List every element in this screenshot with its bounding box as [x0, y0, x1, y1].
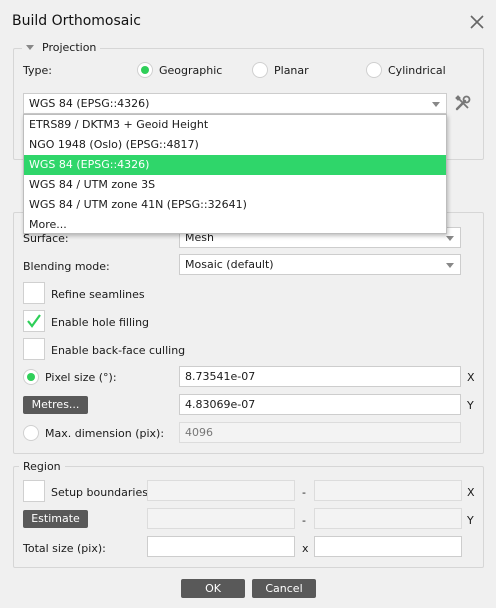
total-size-times: x: [302, 542, 309, 555]
refine-seamlines-checkbox[interactable]: [23, 282, 45, 304]
crs-option-wgs84[interactable]: WGS 84 (EPSG::4326): [24, 155, 446, 175]
radio-planar-label: Planar: [274, 64, 309, 77]
crs-select[interactable]: WGS 84 (EPSG::4326): [23, 93, 447, 114]
back-face-culling-checkbox[interactable]: [23, 338, 45, 360]
boundary-y-min-input[interactable]: [147, 508, 295, 529]
crs-dropdown-list: ETRS89 / DKTM3 + Geoid Height NGO 1948 (…: [23, 114, 447, 234]
radio-geographic[interactable]: [137, 62, 153, 78]
total-size-label: Total size (pix):: [23, 542, 106, 555]
boundary-y-max-input[interactable]: [314, 508, 462, 529]
parameters-group: [13, 212, 484, 454]
projection-section-header[interactable]: Projection: [22, 41, 101, 55]
ok-button[interactable]: OK: [181, 579, 245, 598]
boundary-y-axis-label: Y: [467, 514, 474, 527]
pixel-size-y-input[interactable]: 4.83069e-07: [179, 394, 461, 415]
cancel-button[interactable]: Cancel: [252, 579, 316, 598]
pixel-size-x-input[interactable]: 8.73541e-07: [179, 366, 461, 387]
region-label: Region: [19, 460, 65, 474]
metres-button[interactable]: Metres...: [23, 396, 88, 414]
boundary-x-dash: -: [302, 486, 306, 499]
boundary-y-dash: -: [302, 514, 306, 527]
chevron-down-icon: [446, 236, 454, 241]
close-icon[interactable]: [466, 11, 488, 33]
chevron-down-icon: [446, 263, 454, 268]
total-size-height-input[interactable]: [314, 536, 462, 557]
pixel-size-y-axis-label: Y: [467, 399, 474, 412]
radio-cylindrical[interactable]: [366, 62, 382, 78]
crs-option-more[interactable]: More...: [24, 215, 446, 235]
boundary-x-min-input[interactable]: [147, 480, 295, 501]
max-dimension-input[interactable]: 4096: [179, 422, 461, 443]
max-dimension-label: Max. dimension (pix):: [45, 427, 165, 440]
checkmark-icon: [27, 314, 41, 328]
hole-filling-label: Enable hole filling: [51, 316, 150, 329]
radio-planar[interactable]: [252, 62, 268, 78]
estimate-button[interactable]: Estimate: [23, 510, 88, 528]
blending-mode-select-value: Mosaic (default): [185, 258, 274, 271]
tools-icon[interactable]: [454, 94, 472, 112]
radio-geographic-label: Geographic: [159, 64, 223, 77]
boundary-x-axis-label: X: [467, 486, 475, 499]
total-size-width-input[interactable]: [147, 536, 295, 557]
projection-label: Projection: [42, 41, 97, 54]
hole-filling-checkbox[interactable]: [23, 310, 45, 332]
blending-mode-label: Blending mode:: [23, 260, 110, 273]
refine-seamlines-label: Refine seamlines: [51, 288, 145, 301]
triangle-down-icon: [26, 45, 34, 50]
type-label: Type:: [23, 64, 52, 77]
blending-mode-select[interactable]: Mosaic (default): [179, 254, 461, 275]
chevron-down-icon: [432, 102, 440, 107]
crs-select-value: WGS 84 (EPSG::4326): [29, 97, 150, 110]
dialog-title: Build Orthomosaic: [12, 13, 141, 29]
pixel-size-x-axis-label: X: [467, 371, 475, 384]
back-face-culling-label: Enable back-face culling: [51, 344, 186, 357]
radio-pixel-size[interactable]: [23, 369, 39, 385]
radio-max-dimension[interactable]: [23, 425, 39, 441]
setup-boundaries-label: Setup boundaries:: [51, 486, 152, 499]
crs-option-etrs89-dktm3[interactable]: ETRS89 / DKTM3 + Geoid Height: [24, 115, 446, 135]
crs-option-ngo-1948-oslo[interactable]: NGO 1948 (Oslo) (EPSG::4817): [24, 135, 446, 155]
pixel-size-label: Pixel size (°):: [45, 371, 117, 384]
setup-boundaries-checkbox[interactable]: [23, 480, 45, 502]
crs-option-wgs84-utm-41n[interactable]: WGS 84 / UTM zone 41N (EPSG::32641): [24, 195, 446, 215]
boundary-x-max-input[interactable]: [314, 480, 462, 501]
crs-option-wgs84-utm-3s[interactable]: WGS 84 / UTM zone 3S: [24, 175, 446, 195]
radio-cylindrical-label: Cylindrical: [388, 64, 446, 77]
